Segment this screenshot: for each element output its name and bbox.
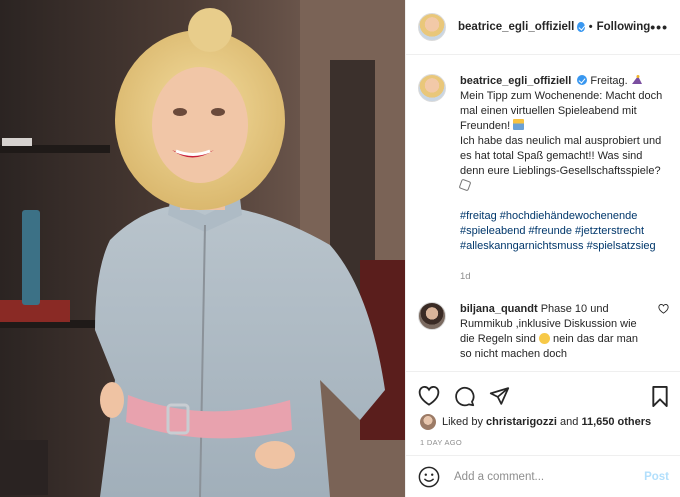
photo-illustration xyxy=(0,0,405,497)
comment-like-heart-icon[interactable] xyxy=(658,304,669,314)
share-icon[interactable] xyxy=(489,386,510,406)
hashtag[interactable]: #spielsatzsieg xyxy=(587,240,656,252)
hashtag[interactable]: #jetzterstrecht xyxy=(575,225,644,237)
commenter-username[interactable]: biljana_quandt xyxy=(460,303,538,315)
caption: beatrice_egli_offiziell Freitag. Mein Ti… xyxy=(458,74,665,284)
hashtag[interactable]: #alleskanngarnichtsmuss xyxy=(460,240,584,252)
add-comment-bar: Add a comment... Post xyxy=(406,455,680,497)
caption-line3: Ich habe das neulich mal ausprobiert und… xyxy=(460,135,662,177)
caption-line2: Mein Tipp zum Wochenende: Macht doch mal… xyxy=(460,90,663,132)
author-username[interactable]: beatrice_egli_offiziell xyxy=(458,21,574,33)
picture-emoji-icon xyxy=(513,119,525,130)
party-hat-emoji-icon xyxy=(631,75,642,84)
hashtag[interactable]: #freitag xyxy=(460,210,497,222)
comments-section[interactable]: beatrice_egli_offiziell Freitag. Mein Ti… xyxy=(406,56,680,371)
commenter-avatar[interactable] xyxy=(418,302,446,330)
caption-time: 1d xyxy=(460,271,471,282)
caption-row: beatrice_egli_offiziell Freitag. Mein Ti… xyxy=(418,74,669,284)
emoji-icon[interactable] xyxy=(418,466,440,488)
hashtags: #freitag #hochdiehändewochenende #spiele… xyxy=(460,209,665,254)
dice-emoji-icon xyxy=(458,178,472,192)
liker-username[interactable]: christarigozzi xyxy=(486,416,557,428)
hashtag[interactable]: #hochdiehändewochenende xyxy=(500,210,638,222)
heart-icon[interactable] xyxy=(418,386,440,406)
verified-icon xyxy=(577,75,588,85)
post-sidebar: beatrice_egli_offiziell • Following ••• … xyxy=(405,0,680,497)
action-icons xyxy=(406,372,680,410)
likes-count[interactable]: 11,650 others xyxy=(581,416,651,428)
liker-avatar[interactable] xyxy=(420,414,436,430)
comment: biljana_quandt Phase 10 und Rummikub ,in… xyxy=(460,302,645,362)
more-options-icon[interactable]: ••• xyxy=(650,19,668,35)
likes-prefix: Liked by xyxy=(442,416,483,428)
post-actions: Liked by christarigozzi and 11,650 other… xyxy=(406,371,680,497)
author-avatar[interactable] xyxy=(418,13,446,41)
likes-line: Liked by christarigozzi and 11,650 other… xyxy=(406,410,680,430)
post-button[interactable]: Post xyxy=(644,471,669,483)
comment-input[interactable]: Add a comment... xyxy=(454,471,644,483)
comment-icon[interactable] xyxy=(454,386,475,407)
following-button[interactable]: Following xyxy=(597,21,651,33)
bookmark-icon[interactable] xyxy=(651,385,669,407)
hashtag[interactable]: #spieleabend xyxy=(460,225,525,237)
post-photo[interactable] xyxy=(0,0,405,497)
caption-avatar[interactable] xyxy=(418,74,446,102)
likes-and: and xyxy=(560,416,579,428)
caption-username[interactable]: beatrice_egli_offiziell xyxy=(460,75,571,87)
laughing-emoji-icon xyxy=(538,333,550,344)
hashtag[interactable]: #freunde xyxy=(529,225,572,237)
post-header: beatrice_egli_offiziell • Following ••• xyxy=(406,0,680,55)
header-separator: • xyxy=(588,21,593,33)
post-date[interactable]: 1 DAY AGO xyxy=(406,430,680,447)
verified-icon xyxy=(577,22,585,32)
comment-row: biljana_quandt Phase 10 und Rummikub ,in… xyxy=(418,302,669,362)
caption-line1: Freitag. xyxy=(590,75,628,87)
